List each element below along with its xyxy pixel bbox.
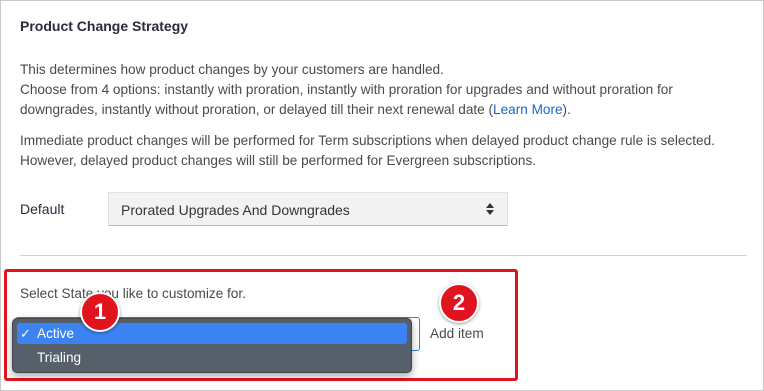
add-item-button[interactable]: Add item: [430, 326, 484, 341]
dropdown-option-active[interactable]: ✓ Active: [17, 323, 407, 344]
section-description: This determines how product changes by y…: [20, 60, 750, 120]
step-badge-1: 1: [80, 292, 120, 332]
up-down-arrows-icon: [486, 203, 494, 215]
option-label: Trialing: [37, 350, 82, 365]
settings-panel: Product Change Strategy This determines …: [0, 0, 764, 391]
default-label: Default: [20, 201, 65, 217]
option-label: Active: [37, 326, 75, 341]
learn-more-link[interactable]: Learn More: [493, 102, 563, 117]
delayed-change-note: Immediate product changes will be perfor…: [20, 133, 715, 168]
description-line-2: Choose from 4 options: instantly with pr…: [20, 82, 673, 117]
section-divider: [20, 255, 747, 256]
check-icon: ✓: [20, 326, 31, 341]
default-strategy-select[interactable]: Prorated Upgrades And Downgrades: [108, 192, 508, 226]
section-title: Product Change Strategy: [20, 18, 189, 34]
state-select-label: Select State you like to customize for.: [20, 286, 246, 301]
dropdown-option-trialing[interactable]: Trialing: [17, 347, 407, 368]
description-line-1: This determines how product changes by y…: [20, 62, 444, 77]
state-dropdown-menu: ✓ Active Trialing: [12, 318, 412, 373]
step-badge-2: 2: [439, 283, 479, 323]
default-strategy-value: Prorated Upgrades And Downgrades: [121, 202, 350, 218]
